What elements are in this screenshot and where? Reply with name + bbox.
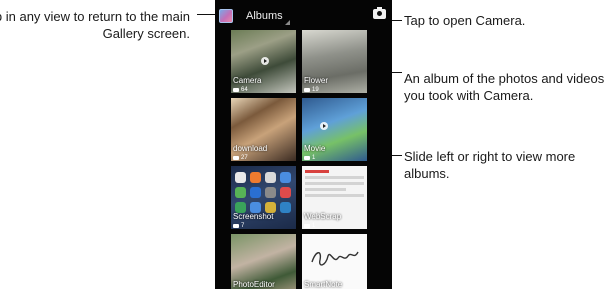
album-count: 7 — [233, 223, 244, 229]
album-label: Movie — [304, 144, 326, 153]
phone-screen: Albums Camera 64 Flower 19 download 27 M… — [215, 0, 392, 289]
album-label: Screenshot — [233, 212, 274, 221]
folder-icon — [304, 156, 310, 160]
album-count: 19 — [304, 87, 319, 93]
handwriting-preview — [311, 251, 359, 266]
camera-icon[interactable] — [373, 7, 386, 19]
album-tile-screenshot[interactable]: Screenshot 7 — [231, 166, 296, 229]
callout-line-return — [197, 14, 215, 15]
album-tile-movie[interactable]: Movie 1 — [302, 98, 367, 161]
app-icons-preview — [235, 172, 293, 213]
album-count: 27 — [233, 155, 248, 161]
play-icon — [261, 57, 269, 65]
folder-icon — [233, 224, 239, 228]
play-icon — [320, 122, 328, 130]
folder-icon — [233, 88, 239, 92]
album-label: WebScrap — [304, 212, 342, 221]
album-count: 64 — [233, 87, 248, 93]
album-count: 1 — [304, 223, 315, 229]
album-tile-camera[interactable]: Camera 64 — [231, 30, 296, 93]
album-label: download — [233, 144, 268, 153]
album-tile-photoeditor[interactable]: PhotoEditor 1 — [231, 234, 296, 289]
album-label: PhotoEditor — [233, 280, 275, 289]
annotation-return-gallery: Tap in any view to return to the main Ga… — [0, 9, 190, 41]
album-count: 1 — [304, 155, 315, 161]
annotation-open-camera: Tap to open Camera. — [404, 13, 526, 28]
album-tile-download[interactable]: download 27 — [231, 98, 296, 161]
album-tile-flower[interactable]: Flower 19 — [302, 30, 367, 93]
view-dropdown-icon[interactable] — [285, 20, 290, 25]
annotation-slide-albums: Slide left or right to view more albums. — [404, 149, 576, 181]
albums-title: Albums — [246, 10, 283, 22]
album-label: Camera — [233, 76, 262, 85]
album-tile-webscrap[interactable]: WebScrap 1 — [302, 166, 367, 229]
album-label: Flower — [304, 76, 329, 85]
gallery-app-icon[interactable] — [219, 9, 233, 23]
folder-icon — [233, 156, 239, 160]
folder-icon — [304, 224, 310, 228]
annotation-camera-album: An album of the photos and videos you to… — [404, 71, 605, 103]
album-label: SmartNote — [304, 280, 343, 289]
gallery-top-bar: Albums — [215, 6, 392, 26]
folder-icon — [304, 88, 310, 92]
album-tile-smartnote[interactable]: SmartNote 2 — [302, 234, 367, 289]
webpage-preview — [305, 170, 364, 200]
album-grid: Camera 64 Flower 19 download 27 Movie 1 … — [231, 30, 384, 289]
